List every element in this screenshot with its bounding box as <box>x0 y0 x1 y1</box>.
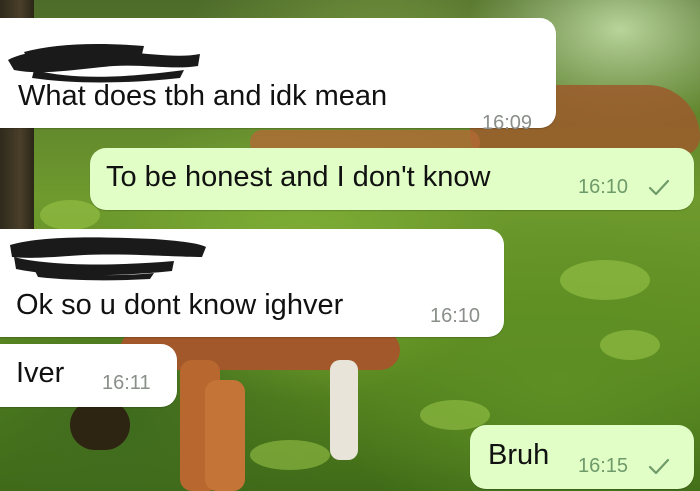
message-timestamp: 16:10 <box>430 305 481 327</box>
message-text: What does tbh and idk mean <box>18 80 388 112</box>
grass-speck <box>40 200 100 230</box>
message-timestamp: 16:15 <box>578 455 629 477</box>
message-text: Iver <box>16 357 65 389</box>
grass-speck <box>250 440 330 470</box>
grass-speck <box>600 330 660 360</box>
message-bubble-outgoing[interactable]: Bruh 16:15 <box>470 425 694 489</box>
message-timestamp: 16:10 <box>578 176 629 198</box>
message-bubble-outgoing[interactable]: To be honest and I don't know 16:10 <box>90 148 694 210</box>
redacted-sender-name <box>8 44 200 83</box>
message-timestamp: 16:11 <box>102 372 151 394</box>
message-bubble-incoming[interactable]: What does tbh and idk mean 16:09 <box>0 18 556 134</box>
redacted-sender-name <box>10 237 206 281</box>
grass-speck <box>560 260 650 300</box>
wallpaper-horse-head <box>70 400 130 450</box>
wallpaper-horse-leg <box>330 360 358 460</box>
message-text: To be honest and I don't know <box>106 161 491 193</box>
message-bubble-incoming[interactable]: Iver 16:11 <box>0 344 177 407</box>
single-check-icon <box>648 179 670 196</box>
wallpaper-horse-leg <box>205 380 245 491</box>
message-text: Bruh <box>488 439 550 471</box>
message-bubble-incoming[interactable]: Ok so u dont know ighver 16:10 <box>0 229 504 337</box>
single-check-icon <box>648 458 670 475</box>
message-timestamp: 16:09 <box>482 112 533 134</box>
message-text: Ok so u dont know ighver <box>16 289 344 321</box>
